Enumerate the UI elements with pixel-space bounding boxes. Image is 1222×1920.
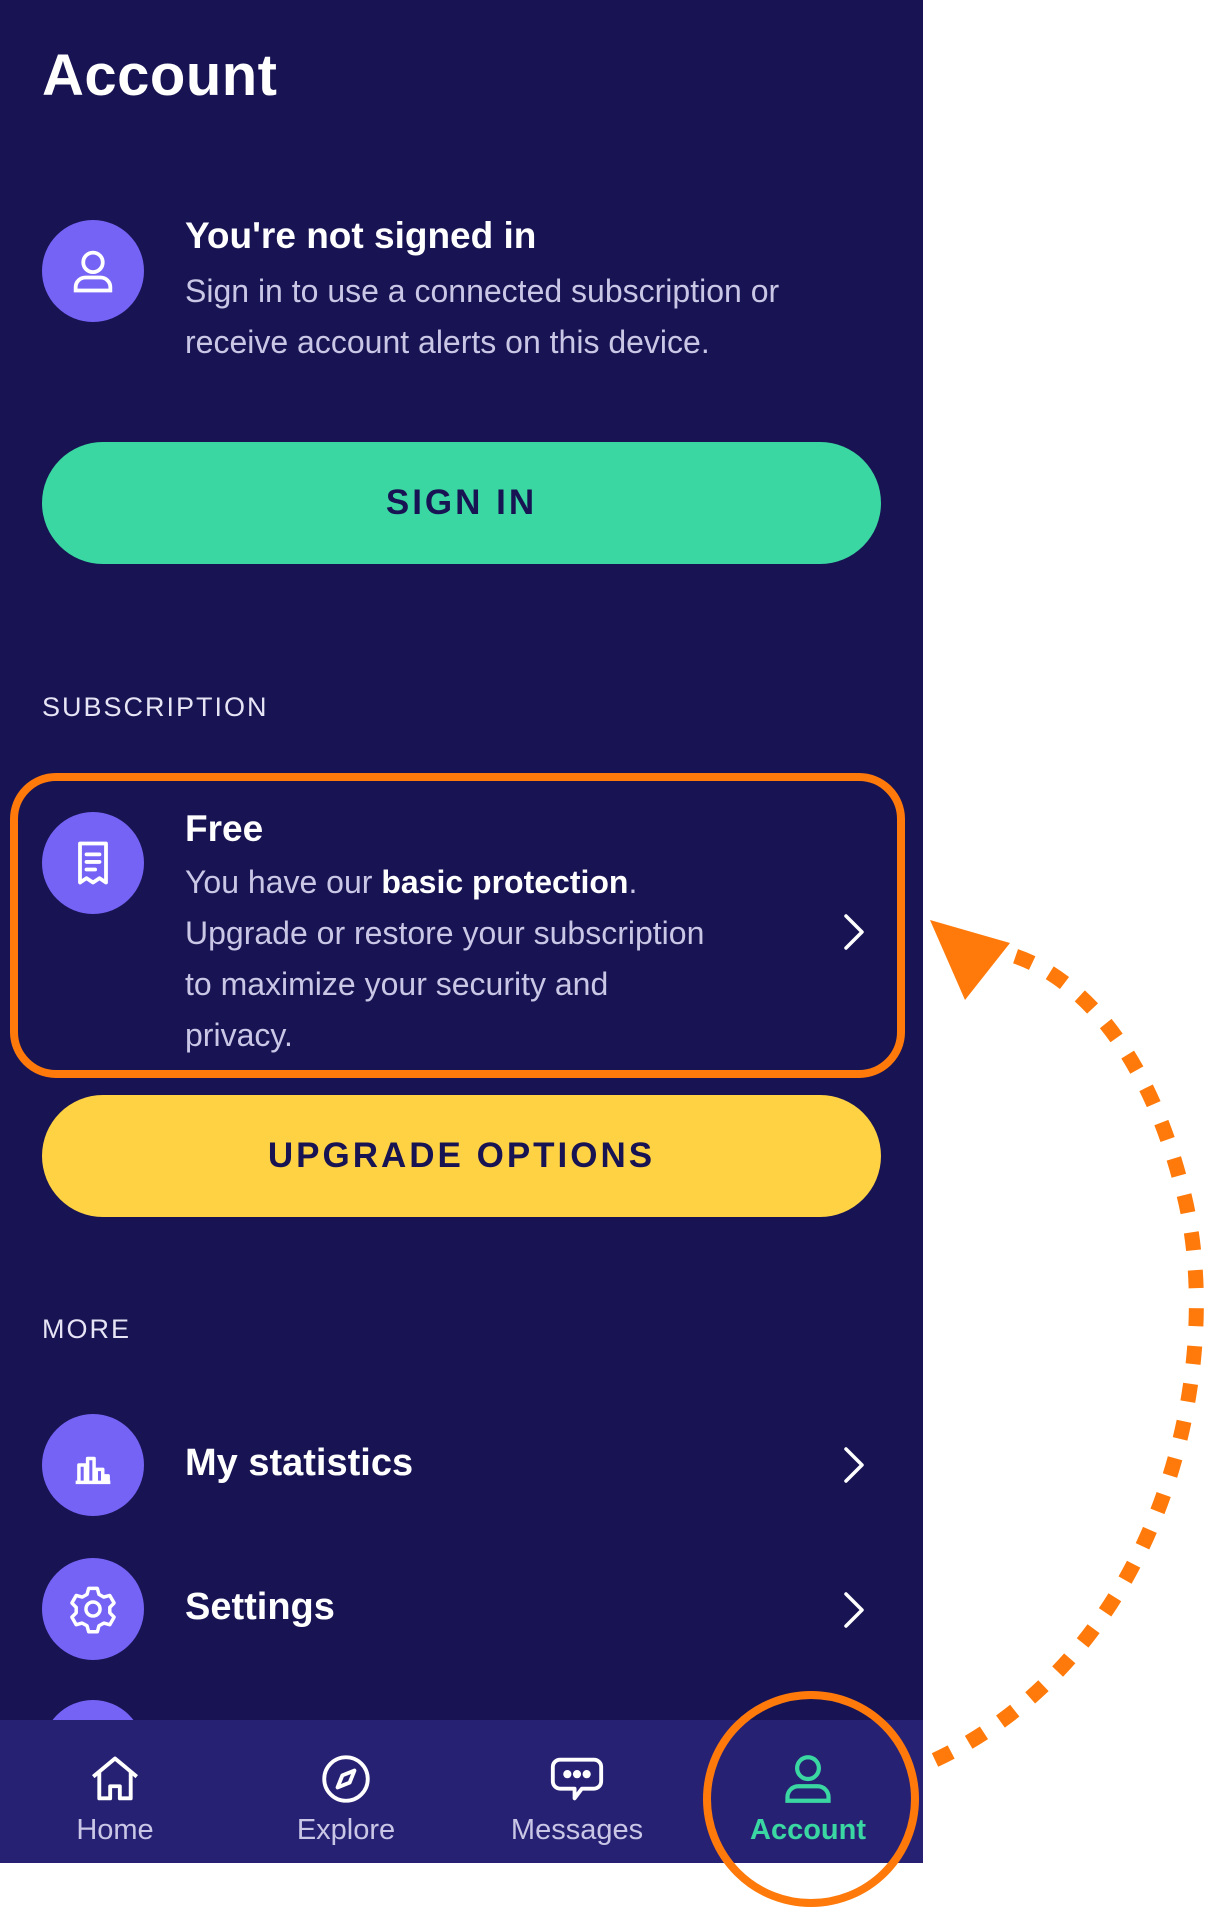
dotted-arrow-annotation	[930, 920, 1204, 1767]
